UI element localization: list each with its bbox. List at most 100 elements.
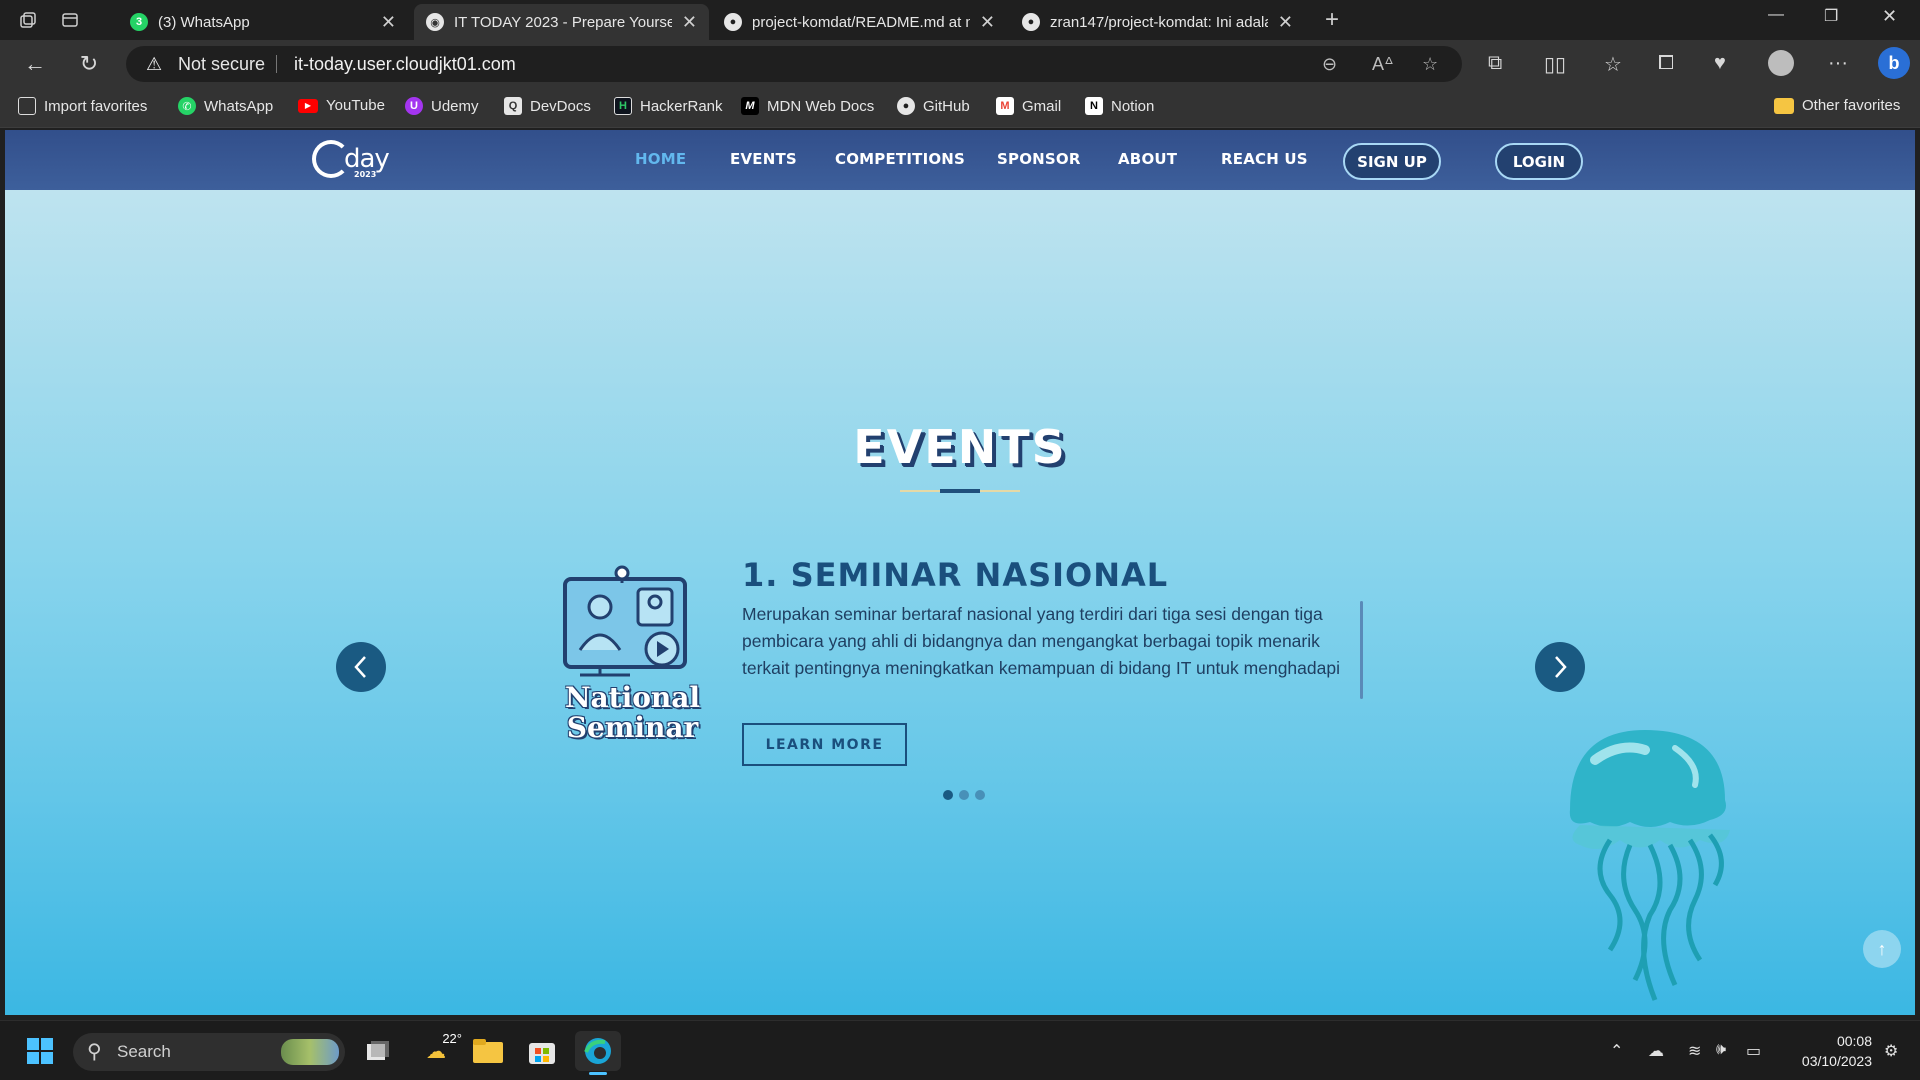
address-bar-row: ← ↻ ⚠ Not secure it-today.user.cloudjkt0… (0, 40, 1920, 88)
carousel-dot[interactable] (943, 790, 953, 800)
description-scrollbar[interactable] (1360, 601, 1363, 699)
udemy-icon: U (405, 97, 423, 115)
security-label[interactable]: Not secure (178, 54, 265, 75)
start-button[interactable] (22, 1031, 58, 1071)
favorite-star-icon[interactable]: ☆ (1422, 54, 1438, 75)
weather-widget[interactable]: ☁ 22° (414, 1031, 462, 1071)
favorite-gmail[interactable]: M Gmail (996, 97, 1061, 115)
tab-actions-icon[interactable] (56, 8, 84, 32)
close-icon[interactable]: ✕ (381, 12, 396, 33)
task-view-icon[interactable] (360, 1031, 396, 1071)
favorite-label: WhatsApp (204, 97, 274, 115)
seminar-illustration: National Seminar (560, 565, 705, 765)
edge-taskbar-icon[interactable] (575, 1031, 621, 1075)
url-text[interactable]: it-today.user.cloudjkt01.com (294, 54, 516, 75)
warning-icon[interactable]: ⚠ (146, 54, 162, 75)
close-window-icon[interactable]: ✕ (1882, 6, 1897, 27)
favorite-devdocs[interactable]: Q DevDocs (504, 97, 591, 115)
carousel-prev-button[interactable] (336, 642, 386, 692)
onedrive-icon[interactable]: ☁ (1648, 1041, 1664, 1061)
scroll-to-top-button[interactable]: ↑ (1863, 930, 1901, 968)
nav-competitions[interactable]: COMPETITIONS (835, 150, 965, 168)
split-screen-icon[interactable]: ▯▯ (1544, 52, 1566, 77)
close-icon[interactable]: ✕ (1278, 12, 1293, 33)
favorite-label: YouTube (326, 97, 385, 114)
page-viewport: day 2023 HOME EVENTS COMPETITIONS SPONSO… (5, 130, 1915, 1015)
tab-it-today[interactable]: ◉ IT TODAY 2023 - Prepare Yourself ✕ (414, 4, 709, 40)
favorite-label: DevDocs (530, 97, 591, 115)
learn-more-button[interactable]: LEARN MORE (742, 723, 907, 766)
favorite-youtube[interactable]: ▶ YouTube (298, 97, 385, 114)
collections-icon[interactable]: ⧠ (1658, 52, 1674, 75)
close-icon[interactable]: ✕ (682, 12, 697, 33)
favorite-udemy[interactable]: U Udemy (405, 97, 479, 115)
tab-whatsapp[interactable]: 3 (3) WhatsApp ✕ (118, 4, 408, 40)
nav-about[interactable]: ABOUT (1118, 150, 1177, 168)
workspaces-icon[interactable] (14, 8, 42, 32)
tab-repo[interactable]: ● zran147/project-komdat: Ini adalah ✕ (1010, 4, 1305, 40)
restore-icon[interactable]: ❐ (1824, 6, 1838, 26)
favorite-import[interactable]: Import favorites (18, 97, 147, 115)
file-explorer-icon[interactable] (468, 1031, 508, 1071)
site-icon: ◉ (426, 13, 444, 31)
favorites-icon[interactable]: ☆ (1604, 52, 1622, 77)
windows-taskbar: ⚲ Search ☁ 22° ⌃ ☁ ≋ 🕪 ▭ 00:08 03/10/202… (0, 1020, 1920, 1080)
address-bar[interactable]: ⚠ Not secure it-today.user.cloudjkt01.co… (126, 46, 1462, 82)
close-icon[interactable]: ✕ (980, 12, 995, 33)
whatsapp-icon: ✆ (178, 97, 196, 115)
slide-description[interactable]: Merupakan seminar bertaraf nasional yang… (742, 601, 1362, 685)
more-options-icon[interactable]: ··· (1828, 52, 1848, 75)
battery-icon[interactable]: ▭ (1746, 1041, 1761, 1061)
other-favorites[interactable]: Other favorites (1774, 97, 1900, 114)
favorite-whatsapp[interactable]: ✆ WhatsApp (178, 97, 273, 115)
illustration-caption: National Seminar (560, 683, 705, 743)
github-icon: ● (897, 97, 915, 115)
divider (276, 55, 277, 73)
site-logo[interactable]: day 2023 (312, 140, 390, 179)
volume-icon[interactable]: 🕪 (1716, 1041, 1726, 1059)
carousel-dot[interactable] (975, 790, 985, 800)
mdn-icon: M (741, 97, 759, 115)
microsoft-store-icon[interactable] (522, 1031, 562, 1071)
whatsapp-icon: 3 (130, 13, 148, 31)
refresh-icon[interactable]: ↻ (74, 50, 104, 78)
notifications-icon[interactable]: ⚙ (1884, 1041, 1898, 1061)
signup-button[interactable]: SIGN UP (1343, 143, 1441, 180)
favorite-mdn[interactable]: M MDN Web Docs (741, 97, 874, 115)
taskbar-search[interactable]: ⚲ Search (73, 1033, 345, 1071)
favorite-label: Import favorites (44, 97, 148, 115)
clock-date: 03/10/2023 (1801, 1053, 1872, 1069)
bing-copilot-icon[interactable]: b (1878, 47, 1910, 79)
gmail-icon: M (996, 97, 1014, 115)
notion-icon: N (1085, 97, 1103, 115)
system-clock[interactable]: 00:08 03/10/2023 (1782, 1031, 1872, 1071)
chevron-left-icon (354, 656, 366, 678)
login-button[interactable]: LOGIN (1495, 143, 1583, 180)
favorite-github[interactable]: ● GitHub (897, 97, 970, 115)
wifi-icon[interactable]: ≋ (1688, 1041, 1701, 1061)
nav-sponsor[interactable]: SPONSOR (997, 150, 1081, 168)
presentation-icon (563, 565, 687, 677)
extensions-icon[interactable]: ⧉ (1488, 52, 1502, 75)
carousel-dot[interactable] (959, 790, 969, 800)
new-tab-icon[interactable]: + (1318, 6, 1346, 33)
nav-events[interactable]: EVENTS (730, 150, 797, 168)
zoom-icon[interactable]: ⊖ (1322, 54, 1337, 75)
nav-home[interactable]: HOME (635, 150, 686, 168)
carousel-next-button[interactable] (1535, 642, 1585, 692)
back-icon[interactable]: ← (20, 50, 50, 78)
hackerrank-icon: H (614, 97, 632, 115)
tab-readme[interactable]: ● project-komdat/README.md at main ✕ (712, 4, 1007, 40)
favorite-notion[interactable]: N Notion (1085, 97, 1154, 115)
site-navbar: day 2023 HOME EVENTS COMPETITIONS SPONSO… (5, 130, 1915, 190)
chevron-up-icon[interactable]: ⌃ (1610, 1041, 1623, 1061)
minimize-icon[interactable]: — (1768, 6, 1784, 24)
tab-title: (3) WhatsApp (158, 13, 250, 31)
browser-essentials-icon[interactable]: ♥ (1714, 52, 1726, 75)
read-aloud-icon[interactable]: Aᐞ (1372, 54, 1394, 75)
slide-heading: 1. SEMINAR NASIONAL (742, 556, 1169, 594)
profile-avatar-icon[interactable] (1768, 50, 1794, 76)
favorite-hackerrank[interactable]: H HackerRank (614, 97, 723, 115)
nav-reach-us[interactable]: REACH US (1221, 150, 1308, 168)
jellyfish-illustration (1569, 730, 1730, 1001)
